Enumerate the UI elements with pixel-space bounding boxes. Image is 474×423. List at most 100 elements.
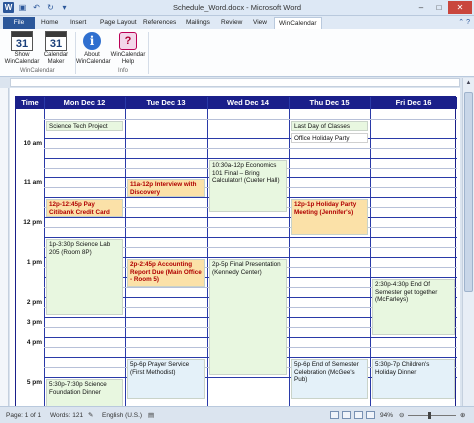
word-count[interactable]: Words: 121 [50, 407, 83, 423]
button-label: WinCalendar [76, 59, 111, 65]
vertical-ruler[interactable] [0, 88, 9, 406]
calendar-maker-button[interactable]: 31 Calendar Maker [40, 31, 72, 66]
page-count[interactable]: Page: 1 of 1 [6, 407, 41, 423]
language[interactable]: English (U.S.) [102, 407, 142, 423]
calendar-event[interactable]: 5p-6p End of Semester Celebration (McGee… [291, 359, 368, 399]
proofing-icon[interactable]: ✎ [88, 407, 93, 423]
calendar-maker-icon: 31 [45, 31, 67, 51]
row-divider [44, 237, 457, 238]
status-bar: Page: 1 of 1 Words: 121 ✎ English (U.S.)… [0, 406, 474, 423]
column-divider [370, 97, 371, 406]
minimize-ribbon-icon[interactable]: ⌃ ? [458, 18, 470, 26]
column-divider [44, 97, 45, 406]
window-controls: – □ ✕ [412, 1, 472, 14]
macro-icon[interactable]: ▤ [148, 407, 154, 423]
button-label: WinCalendar [110, 52, 146, 58]
calendar-table: Time Mon Dec 12 Tue Dec 13 Wed Dec 14 Th… [15, 96, 457, 406]
button-label: Help [121, 59, 135, 65]
zoom-slider[interactable] [408, 415, 456, 416]
calendar-event[interactable]: 2:30p-4:30p End Of Semester get together… [372, 279, 455, 335]
time-label: 3 pm [26, 319, 42, 326]
zoom-out-icon[interactable]: ⊖ [399, 407, 404, 423]
row-divider [44, 119, 457, 120]
window-title: Schedule_Word.docx - Microsoft Word [172, 3, 302, 12]
time-label: 5 pm [26, 379, 42, 386]
calendar-event[interactable]: Last Day of Classes [291, 121, 368, 131]
tab-insert[interactable]: Insert [70, 17, 86, 29]
row-divider [44, 227, 457, 228]
button-label: About [84, 52, 100, 58]
row-divider [44, 217, 457, 218]
header-fri: Fri Dec 16 [370, 97, 457, 109]
close-button[interactable]: ✕ [448, 1, 472, 14]
scroll-thumb[interactable] [464, 92, 473, 292]
group-label-wincalendar: WinCalendar [20, 68, 55, 74]
calendar-icon: 31 [11, 31, 33, 51]
time-label: 11 am [23, 179, 42, 186]
ribbon-tabs: File Home Insert Page Layout References … [0, 16, 474, 29]
tab-file[interactable]: File [3, 17, 35, 29]
outline-icon[interactable] [366, 407, 375, 423]
header-mon: Mon Dec 12 [44, 97, 125, 109]
web-layout-icon[interactable] [354, 407, 363, 423]
maximize-button[interactable]: □ [430, 1, 448, 14]
button-label: Show [14, 52, 30, 58]
group-separator [148, 32, 149, 74]
calendar-event[interactable]: 12p-1p Holiday Party Meeting (Jennifer's… [291, 199, 368, 235]
wincalendar-help-button[interactable]: ? WinCalendar Help [110, 31, 146, 66]
calendar-event[interactable]: 1p-3:30p Science Lab 205 (Room 8P) [46, 239, 123, 315]
tab-review[interactable]: Review [221, 17, 242, 29]
zoom-level[interactable]: 94% [380, 407, 393, 423]
title-bar: W ▣ ↶ ↻ ▾ Schedule_Word.docx - Microsoft… [0, 0, 474, 16]
time-label: 4 pm [26, 339, 42, 346]
calendar-event[interactable]: 2p-2:45p Accounting Report Due (Main Off… [127, 259, 205, 287]
calendar-event[interactable]: Office Holiday Party [291, 133, 368, 143]
tab-wincalendar[interactable]: WinCalendar [274, 17, 322, 29]
calendar-event[interactable]: 11a-12p Interview with Discovery [127, 179, 205, 197]
header-time: Time [16, 97, 44, 109]
calendar-event[interactable]: 12p-12:45p Pay Citibank Credit Card [46, 199, 123, 217]
ribbon: 31 Show WinCalendar 31 Calendar Maker i … [0, 29, 474, 77]
time-label: 1 pm [26, 259, 42, 266]
button-label: WinCalendar [4, 59, 40, 65]
column-divider [289, 97, 290, 406]
button-label: Calendar [43, 52, 69, 58]
tab-home[interactable]: Home [41, 17, 58, 29]
vertical-scrollbar[interactable]: ▲ [462, 78, 474, 406]
print-layout-icon[interactable] [330, 407, 339, 423]
column-divider [207, 97, 208, 406]
zoom-in-icon[interactable]: ⊕ [460, 407, 465, 423]
calendar-event[interactable]: 2p-5p Final Presentation (Kennedy Center… [209, 259, 287, 375]
scroll-up-icon[interactable]: ▲ [463, 78, 474, 88]
row-divider [44, 158, 457, 159]
tab-references[interactable]: References [143, 17, 176, 29]
calendar-event[interactable]: Science Tech Project Due [46, 121, 123, 131]
info-icon: i [83, 32, 101, 50]
header-tue: Tue Dec 13 [125, 97, 207, 109]
full-screen-icon[interactable] [342, 407, 351, 423]
time-label: 2 pm [26, 299, 42, 306]
row-divider [44, 138, 457, 139]
about-wincalendar-button[interactable]: i About WinCalendar [76, 31, 111, 66]
tab-view[interactable]: View [253, 17, 267, 29]
show-wincalendar-button[interactable]: 31 Show WinCalendar [4, 31, 40, 66]
tab-mailings[interactable]: Mailings [186, 17, 210, 29]
document-page[interactable]: Time Mon Dec 12 Tue Dec 13 Wed Dec 14 Th… [10, 88, 460, 406]
group-label-info: Info [118, 68, 129, 74]
row-divider [44, 148, 457, 149]
calendar-event[interactable]: 5:30p-7p Children's Holiday Dinner [372, 359, 455, 399]
help-icon: ? [119, 32, 137, 50]
calendar-event[interactable]: 5:30p-7:30p Science Foundation Dinner [46, 379, 123, 406]
button-label: Maker [47, 59, 65, 65]
calendar-event[interactable]: 5p-6p Prayer Service (First Methodist) [127, 359, 205, 399]
minimize-button[interactable]: – [412, 1, 430, 14]
tab-page-layout[interactable]: Page Layout [100, 17, 137, 29]
zoom-slider-thumb[interactable] [428, 412, 431, 419]
horizontal-ruler[interactable] [10, 78, 460, 87]
header-thu: Thu Dec 15 [289, 97, 370, 109]
calendar-event[interactable]: 10:30a-12p Economics 101 Final – Bring C… [209, 160, 287, 212]
header-wed: Wed Dec 14 [207, 97, 289, 109]
column-divider [125, 97, 126, 406]
time-label: 12 pm [23, 219, 42, 226]
time-label: 10 am [23, 140, 42, 147]
